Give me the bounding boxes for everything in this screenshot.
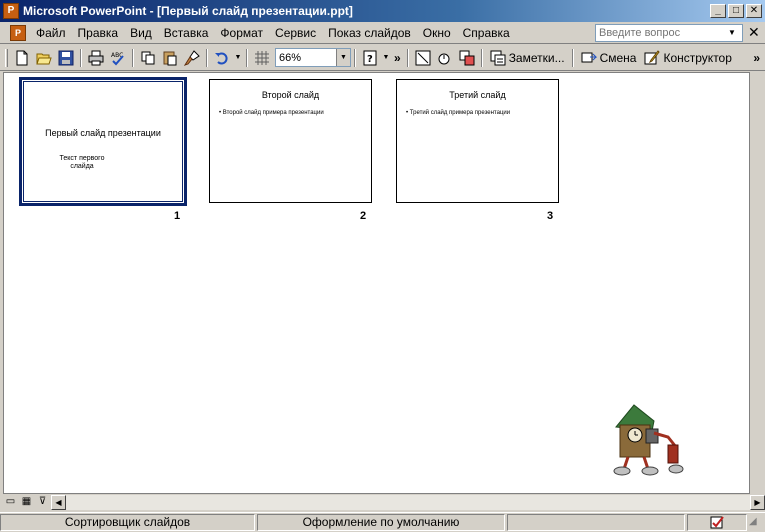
toolbar-separator [354,48,356,67]
status-empty-panel [507,514,685,531]
help-dropdown-icon[interactable]: ▼ [381,47,391,69]
ask-question-input[interactable] [596,27,724,39]
spelling-status-icon[interactable] [687,514,747,531]
maximize-button[interactable]: □ [728,4,744,18]
menu-insert[interactable]: Вставка [158,23,215,43]
slide-bullet-text: Второй слайд примера презентации [222,110,324,116]
paste-icon[interactable] [159,47,181,69]
standard-toolbar: ABC ▼ 66% ▼ ? ▼ » Заметки... Смена Конст… [0,45,765,71]
normal-view-icon[interactable]: ▭ [3,495,18,510]
copy-icon[interactable] [137,47,159,69]
slideshow-view-icon[interactable]: ⊽ [35,495,50,510]
grid-icon[interactable] [251,47,273,69]
slide-subtitle-line: Текст первого [59,155,105,162]
menu-tools[interactable]: Сервис [269,23,322,43]
transition-button[interactable]: Смена [577,47,641,69]
slide-sorter-workspace[interactable]: Первый слайд презентации Текст первого с… [3,72,750,494]
print-icon[interactable] [85,47,107,69]
slide-number: 1 [174,210,181,222]
toolbar-separator [406,48,409,67]
slide-title: Третий слайд [449,90,506,100]
slide-thumbnail-1[interactable]: Первый слайд презентации Текст первого с… [19,77,187,206]
toolbar-grip[interactable] [5,48,8,67]
ask-question-box[interactable]: ▼ [595,24,743,42]
help-icon[interactable]: ? [359,47,381,69]
notes-label: Заметки... [508,50,565,65]
menu-help[interactable]: Справка [457,23,516,43]
notes-button[interactable]: Заметки... [486,47,569,69]
slide-subtitle: Текст первого слайда [52,155,112,171]
scroll-right-button[interactable]: ▶ [750,495,765,510]
slide-bullet: • Третий слайд примера презентации [406,110,511,116]
format-painter-icon[interactable] [181,47,203,69]
slide-thumbnail-3[interactable]: Третий слайд • Третий слайд примера през… [396,79,559,203]
toolbar-separator [480,48,483,67]
chevron-down-icon[interactable]: ▼ [724,25,740,41]
document-close-button[interactable]: ✕ [748,25,760,39]
toolbar-overflow-icon[interactable]: » [750,51,763,65]
horizontal-scrollbar-track[interactable] [66,495,750,510]
rehearse-icon[interactable] [456,47,478,69]
toolbar-separator [571,48,574,67]
transition-icon [581,52,597,62]
save-icon[interactable] [55,47,77,69]
status-bar: Сортировщик слайдов Оформление по умолча… [0,512,765,532]
zoom-select[interactable]: 66% ▼ [275,48,351,67]
spellcheck-icon[interactable]: ABC [107,47,129,69]
undo-dropdown-icon[interactable]: ▼ [233,47,243,69]
status-design-template: Оформление по умолчанию [257,514,505,531]
new-icon[interactable] [11,47,33,69]
slide-sorter-view-icon[interactable]: ▦ [19,495,34,510]
office-assistant-icon[interactable] [606,399,686,481]
slide-bullet-text: Третий слайд примера презентации [409,110,511,116]
toolbar-separator [206,48,208,67]
menu-view[interactable]: Вид [124,23,158,43]
resize-grip-icon[interactable]: ◢ [749,516,763,530]
open-icon[interactable] [33,47,55,69]
menu-window[interactable]: Окно [417,23,457,43]
hide-slide-icon[interactable] [434,47,456,69]
toolbar-overflow-icon[interactable]: » [391,51,404,65]
notes-icon [490,50,506,65]
horizontal-scroll-row: ▭ ▦ ⊽ ◀ ▶ [3,494,765,511]
menu-edit[interactable]: Правка [72,23,125,43]
window-title: Microsoft PowerPoint - [Первый слайд пре… [23,4,353,18]
close-button[interactable]: ✕ [746,4,762,18]
svg-text:?: ? [367,54,373,65]
menu-bar: P Файл Правка Вид Вставка Формат Сервис … [0,22,765,44]
status-view-mode: Сортировщик слайдов [0,514,255,531]
document-icon[interactable]: P [10,24,26,41]
scroll-left-button[interactable]: ◀ [51,495,66,510]
toolbar-separator [246,48,248,67]
menu-file[interactable]: Файл [30,23,72,43]
slide-bullet: • Второй слайд примера презентации [219,110,324,116]
design-icon [644,49,661,64]
undo-icon[interactable] [211,47,233,69]
title-bar: P Microsoft PowerPoint - [Первый слайд п… [0,0,765,22]
toolbar-separator [132,48,134,67]
slide-title: Первый слайд презентации [45,128,161,138]
chevron-down-icon[interactable]: ▼ [336,49,350,66]
menu-slideshow[interactable]: Показ слайдов [322,23,417,43]
design-label: Конструктор [663,50,732,65]
toolbar-separator [80,48,82,67]
slide-subtitle-line: слайда [70,163,94,170]
powerpoint-icon[interactable]: P [3,3,19,19]
slide-title: Второй слайд [261,90,320,100]
minimize-button[interactable]: _ [710,4,726,18]
zoom-value: 66% [279,51,302,64]
transition-label: Смена [599,50,637,65]
grayscale-icon[interactable] [412,47,434,69]
design-button[interactable]: Конструктор [640,47,735,69]
slide-number: 3 [547,210,554,222]
slide-number: 2 [360,210,367,222]
slide-thumbnail-2[interactable]: Второй слайд • Второй слайд примера през… [209,79,372,203]
menu-format[interactable]: Формат [214,23,269,43]
